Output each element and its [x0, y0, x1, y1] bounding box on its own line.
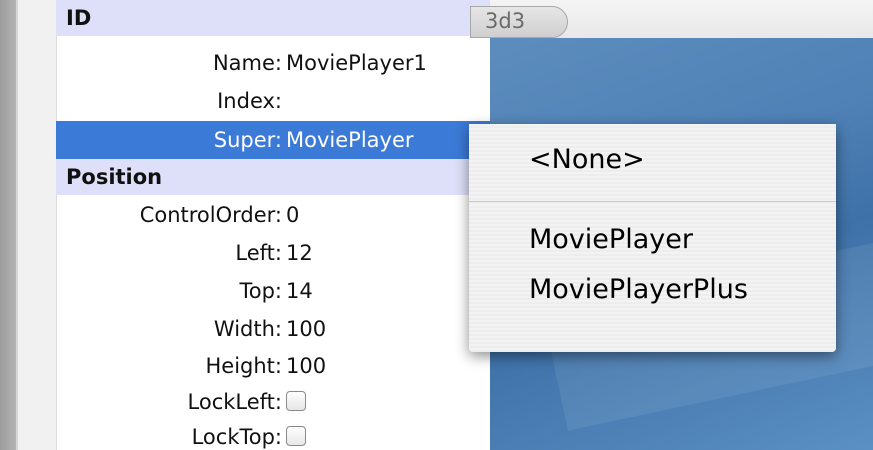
section-title: Position [66, 165, 163, 189]
property-value[interactable]: 12 [286, 241, 313, 265]
menu-item-movieplayer[interactable]: MoviePlayer [529, 224, 693, 255]
property-label: LockTop: [191, 425, 282, 449]
property-row-controlorder[interactable]: ControlOrder: 0 [56, 196, 490, 234]
property-label: Width: [213, 317, 282, 341]
menu-item-movieplayerplus[interactable]: MoviePlayerPlus [529, 274, 748, 305]
property-row-width[interactable]: Width: 100 [56, 310, 490, 348]
property-row-locktop[interactable]: LockTop: [56, 418, 490, 450]
property-row-height[interactable]: Height: 100 [56, 347, 490, 385]
super-popup-value[interactable]: MoviePlayer [286, 128, 414, 152]
super-popup-menu: <None> MoviePlayer MoviePlayerPlus [469, 124, 836, 352]
section-title: ID [66, 6, 92, 30]
menu-item-none[interactable]: <None> [529, 144, 645, 175]
section-header-position[interactable]: Position [56, 159, 490, 195]
property-label: Left: [235, 241, 282, 265]
property-label: Top: [239, 279, 282, 303]
background-tab-label: 3d3 [485, 9, 526, 33]
property-row-name[interactable]: Name: MoviePlayer1 [56, 44, 490, 82]
menu-separator [469, 201, 836, 202]
property-row-index[interactable]: Index: [56, 82, 490, 120]
property-row-super[interactable]: Super: MoviePlayer [56, 121, 490, 159]
property-value[interactable]: 100 [286, 317, 326, 341]
window-edge [0, 0, 16, 450]
property-row-left[interactable]: Left: 12 [56, 234, 490, 272]
property-value[interactable]: MoviePlayer1 [286, 51, 427, 75]
property-label: ControlOrder: [139, 203, 282, 227]
property-label: Index: [217, 89, 282, 113]
background-tab[interactable]: 3d3 [470, 6, 568, 38]
property-label: LockLeft: [187, 390, 282, 414]
inspector-gutter [18, 0, 57, 450]
property-row-top[interactable]: Top: 14 [56, 272, 490, 310]
property-value[interactable]: 0 [286, 203, 299, 227]
lockleft-checkbox[interactable] [286, 391, 306, 411]
property-label: Super: [213, 128, 282, 152]
property-label: Height: [205, 354, 283, 378]
locktop-checkbox[interactable] [286, 426, 306, 446]
property-row-lockleft[interactable]: LockLeft: [56, 383, 490, 421]
property-value[interactable]: 100 [286, 354, 326, 378]
section-header-id[interactable]: ID [56, 0, 490, 36]
properties-inspector: ID Name: MoviePlayer1 Index: Super: Movi… [18, 0, 490, 450]
property-label: Name: [212, 51, 282, 75]
property-value[interactable]: 14 [286, 279, 313, 303]
